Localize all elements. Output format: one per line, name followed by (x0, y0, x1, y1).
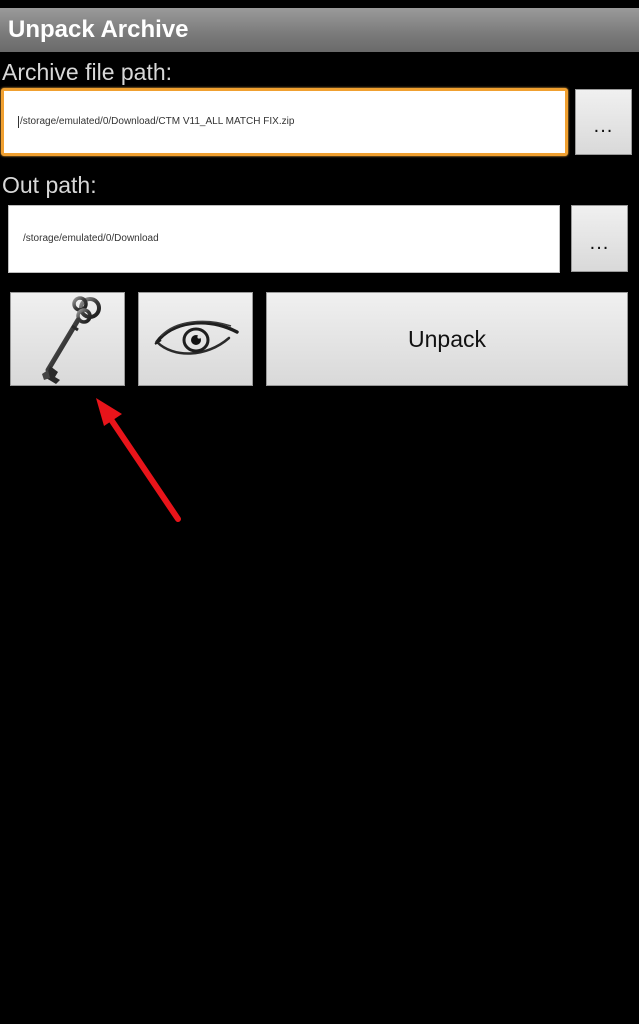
unpack-archive-screen: Unpack Archive Archive file path: /stora… (0, 0, 639, 1024)
page-title: Unpack Archive (8, 16, 189, 43)
out-browse-button[interactable]: ... (571, 205, 628, 272)
archive-path-input[interactable]: /storage/emulated/0/Download/CTM V11_ALL… (1, 88, 568, 156)
browse-dots-label: ... (593, 115, 614, 137)
unpack-label: Unpack (408, 325, 486, 352)
out-path-value: /storage/emulated/0/Download (23, 233, 159, 244)
unpack-button[interactable]: Unpack (266, 292, 628, 386)
key-icon (41, 296, 101, 384)
archive-path-value: /storage/emulated/0/Download/CTM V11_ALL… (20, 116, 295, 127)
arrow-head (96, 398, 122, 426)
archive-browse-button[interactable]: ... (575, 89, 632, 155)
view-button[interactable] (138, 292, 253, 386)
browse-dots-label: ... (589, 231, 610, 254)
password-button[interactable] (10, 292, 125, 386)
title-bar: Unpack Archive (0, 8, 639, 52)
out-path-input[interactable]: /storage/emulated/0/Download (8, 205, 560, 273)
text-cursor (18, 116, 19, 128)
status-strip (0, 0, 639, 8)
arrow-shaft (107, 415, 181, 522)
out-path-label: Out path: (2, 172, 97, 198)
eye-icon (153, 320, 239, 355)
archive-path-label: Archive file path: (2, 59, 173, 85)
